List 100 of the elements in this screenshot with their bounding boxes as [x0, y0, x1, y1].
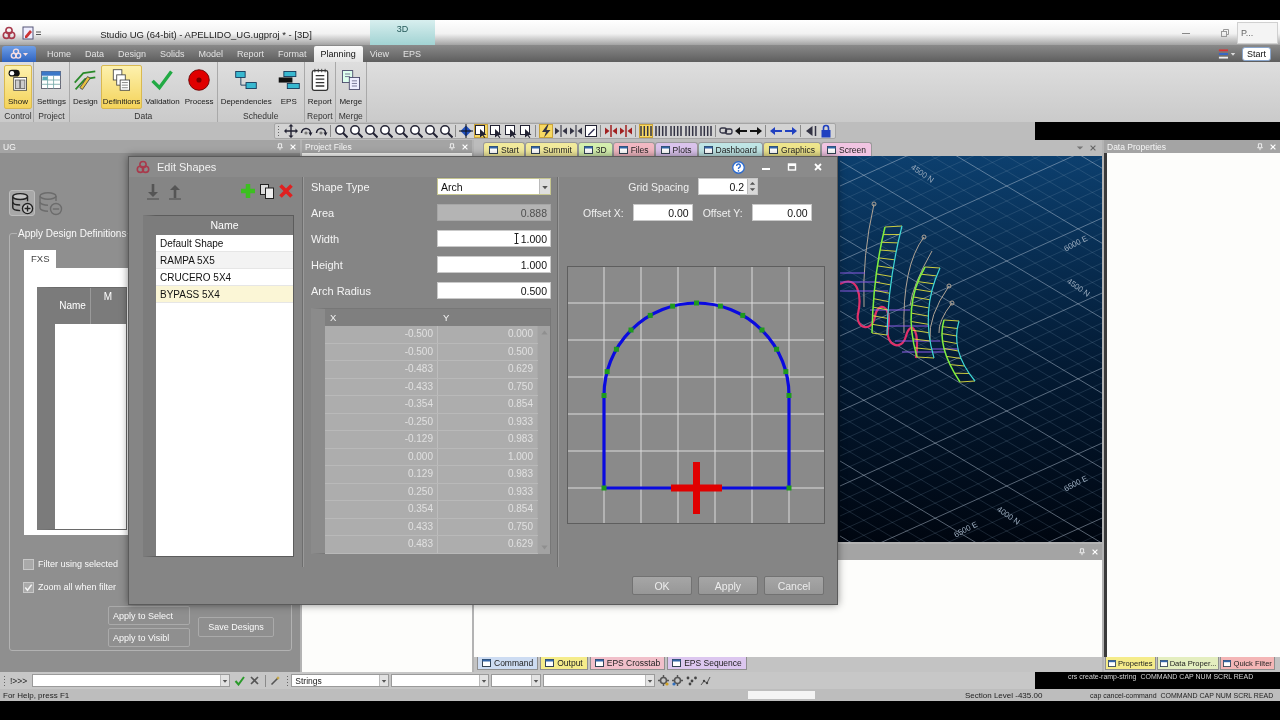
number-field[interactable]: 0.00 — [632, 204, 693, 221]
field-label: Shape Type — [311, 180, 370, 193]
magnifier-icon[interactable] — [333, 124, 348, 138]
columns-icon[interactable] — [653, 124, 668, 138]
document-tab[interactable]: Screen — [821, 142, 873, 156]
number-field[interactable]: 1.000 — [437, 256, 551, 273]
ribbon-button[interactable]: Merge — [336, 65, 365, 109]
ribbon-tab[interactable]: EPS — [396, 46, 428, 62]
ribbon-tab[interactable]: Format — [271, 46, 314, 62]
magnifier-icon[interactable] — [393, 124, 408, 138]
mine-design-drawing[interactable] — [840, 201, 976, 383]
command-input[interactable] — [32, 674, 231, 687]
logo-icon[interactable] — [2, 25, 16, 40]
arrow-left-icon[interactable] — [768, 124, 783, 138]
document-tab[interactable]: Plots — [654, 142, 698, 156]
spinner-arrows-icon[interactable] — [747, 179, 757, 194]
selection-icon[interactable] — [473, 124, 488, 138]
maximize-icon[interactable] — [787, 162, 797, 172]
pan-icon[interactable] — [283, 124, 298, 138]
link-icon[interactable] — [718, 124, 733, 138]
caret-icon[interactable] — [220, 675, 230, 686]
spinner-field[interactable]: 0.2 — [698, 178, 758, 195]
dropdown-field[interactable] — [391, 674, 490, 687]
dropdown-field[interactable]: Arch — [437, 178, 551, 195]
caret-icon[interactable] — [379, 675, 389, 686]
magnifier-icon[interactable] — [378, 124, 393, 138]
magnifier-icon[interactable] — [438, 124, 453, 138]
gear-icon[interactable] — [658, 675, 670, 686]
scatter-icon[interactable] — [700, 675, 712, 686]
panel-tab[interactable]: Command — [477, 657, 539, 670]
caret-icon[interactable] — [645, 675, 655, 686]
magnifier-icon[interactable] — [363, 124, 378, 138]
ribbon-tab[interactable]: Solids — [153, 46, 192, 62]
columns-icon[interactable] — [668, 124, 683, 138]
wand-icon[interactable] — [270, 675, 282, 686]
ribbon-tab[interactable]: Planning — [313, 46, 363, 62]
ribbon-button[interactable]: Settings — [35, 65, 68, 109]
application-menu-button[interactable] — [2, 46, 36, 62]
document-tab[interactable]: Summit — [524, 142, 578, 156]
panel-tab[interactable]: EPS Sequence — [667, 657, 747, 670]
caret-icon[interactable] — [531, 675, 541, 686]
dots-icon[interactable] — [686, 675, 698, 686]
magnifier-icon[interactable] — [408, 124, 423, 138]
toolbar-grip[interactable] — [277, 125, 280, 137]
ribbon-button[interactable]: Report — [305, 65, 334, 109]
dropdown-field[interactable] — [543, 674, 656, 687]
arrow-right-icon[interactable] — [783, 124, 798, 138]
arrow-left-icon[interactable] — [733, 124, 748, 138]
ribbon-tab[interactable]: Data — [78, 46, 112, 62]
number-field[interactable]: 0.500 — [437, 282, 551, 299]
ribbon-tab[interactable]: Model — [191, 46, 231, 62]
magnifier-icon[interactable] — [348, 124, 363, 138]
ribbon-options-icon[interactable] — [1218, 47, 1238, 60]
edit-icon[interactable] — [583, 124, 598, 138]
document-tab[interactable]: Start — [483, 142, 525, 156]
magnifier-icon[interactable] — [423, 124, 438, 138]
ribbon-button[interactable]: Validation — [143, 65, 182, 109]
caret-icon[interactable] — [539, 179, 550, 194]
list-item[interactable]: BYPASS 5X4 — [156, 286, 293, 303]
copy-icon[interactable] — [259, 183, 275, 199]
number-field[interactable]: 0.00 — [751, 204, 812, 221]
columns-icon[interactable] — [683, 124, 698, 138]
toolbar-grip[interactable] — [286, 674, 290, 687]
dropdown-field[interactable] — [491, 674, 542, 687]
ribbon-button[interactable]: Dependencies — [218, 65, 274, 109]
cancel-icon[interactable] — [249, 675, 261, 686]
columns-icon[interactable] — [698, 124, 713, 138]
checkmark-icon[interactable] — [234, 675, 246, 686]
selection-icon[interactable] — [503, 124, 518, 138]
close-icon[interactable] — [1089, 144, 1097, 152]
document-tab[interactable]: Dashboard — [697, 142, 764, 156]
ribbon-button[interactable]: Definitions — [100, 65, 143, 109]
ribbon-tab[interactable]: Design — [111, 46, 154, 62]
ribbon-button[interactable]: Process — [182, 65, 216, 109]
list-item[interactable]: RAMPA 5X5 — [156, 252, 293, 269]
selection-icon[interactable] — [488, 124, 503, 138]
panel-tab[interactable]: EPS Crosstab — [589, 657, 666, 670]
help-icon[interactable] — [732, 160, 745, 174]
restore-icon[interactable] — [1220, 27, 1230, 38]
number-field[interactable]: 1.000 — [437, 230, 551, 247]
ribbon-button[interactable]: EPS — [274, 65, 303, 109]
panel-tab[interactable]: Output — [540, 657, 588, 670]
arrow-right-icon[interactable] — [748, 124, 763, 138]
document-tab[interactable]: 3D — [577, 142, 613, 156]
gear-icon[interactable] — [672, 675, 684, 686]
ribbon-tab[interactable]: Report — [230, 46, 272, 62]
window-button[interactable]: P... — [1237, 21, 1278, 44]
ribbon-button[interactable]: Show — [4, 65, 32, 109]
ribbon-button[interactable]: Design — [70, 65, 100, 109]
crosshair-icon[interactable] — [458, 124, 473, 138]
ribbon-tab[interactable]: View — [362, 46, 396, 62]
document-tab[interactable]: Files — [612, 142, 655, 156]
document-tab[interactable]: Graphics — [763, 142, 822, 156]
columns-icon[interactable] — [638, 124, 653, 138]
quick-access-icon[interactable] — [22, 25, 42, 40]
selection-icon[interactable] — [518, 124, 533, 138]
context-tab[interactable]: 3D — [370, 20, 435, 45]
ribbon-tab[interactable]: Home — [40, 46, 78, 62]
layer-dropdown[interactable]: Strings — [291, 674, 390, 687]
caret-icon[interactable] — [479, 675, 489, 686]
